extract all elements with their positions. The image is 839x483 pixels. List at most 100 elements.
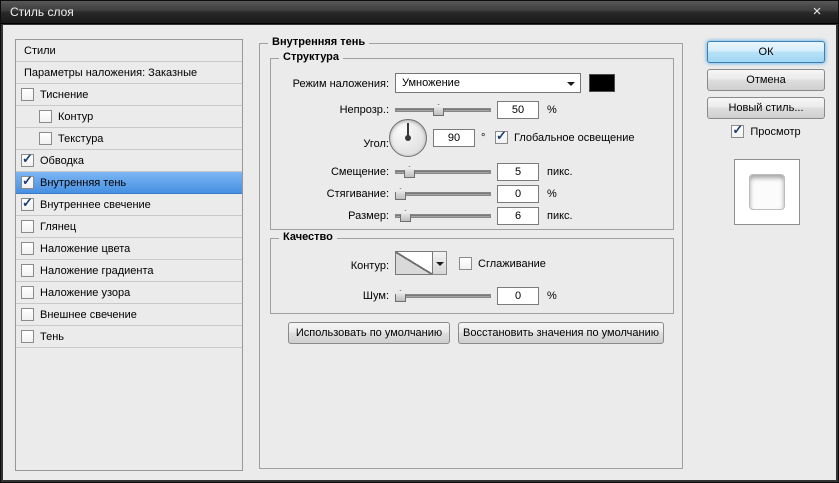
global-light-checkbox[interactable]: ✓	[495, 128, 508, 144]
blend-mode-value: Умножение	[402, 77, 460, 89]
style-row-contour[interactable]: Контур	[16, 106, 242, 128]
distance-slider-thumb[interactable]	[404, 166, 415, 178]
style-checkbox[interactable]	[21, 264, 34, 277]
angle-input[interactable]	[433, 129, 475, 147]
ok-button[interactable]: ОК	[707, 41, 825, 63]
style-row-bevel-emboss[interactable]: Тиснение	[16, 84, 242, 106]
style-checkbox[interactable]	[21, 88, 34, 101]
contour-picker[interactable]	[395, 251, 433, 275]
make-default-button[interactable]: Использовать по умолчанию	[288, 322, 450, 344]
style-row-label: Наложение узора	[40, 286, 131, 299]
layer-style-dialog: Стиль слоя × Стили Параметры наложения: …	[0, 0, 839, 483]
angle-dial[interactable]	[389, 119, 427, 157]
style-preview-thumbnail	[734, 159, 800, 225]
noise-slider[interactable]	[395, 289, 491, 303]
noise-input[interactable]	[497, 287, 539, 305]
window-title: Стиль слоя	[10, 5, 74, 19]
noise-unit: %	[547, 290, 557, 302]
cancel-button[interactable]: Отмена	[707, 69, 825, 91]
opacity-label: Непрозр.:	[339, 104, 389, 116]
blend-mode-label: Режим наложения:	[292, 78, 389, 90]
global-light-option[interactable]: ✓ Глобальное освещение	[495, 128, 635, 144]
structure-title: Структура	[279, 51, 343, 63]
antialias-checkbox[interactable]	[459, 257, 472, 270]
opacity-slider-thumb[interactable]	[433, 104, 444, 116]
antialias-option[interactable]: Сглаживание	[459, 257, 546, 270]
inner-shadow-settings-group: Внутренняя тень Структура Режим наложени…	[259, 36, 683, 469]
styles-header-label: Стили	[24, 44, 56, 57]
noise-slider-thumb[interactable]	[395, 290, 406, 302]
size-slider[interactable]	[395, 209, 491, 223]
style-row-inner-glow[interactable]: ✓ Внутреннее свечение	[16, 194, 242, 216]
chevron-down-icon	[567, 82, 575, 86]
style-row-label: Тень	[40, 330, 65, 343]
effect-group-title: Внутренняя тень	[268, 36, 370, 48]
style-row-label: Глянец	[40, 220, 77, 233]
preview-option[interactable]: ✓ Просмотр	[707, 122, 825, 138]
choke-label: Стягивание:	[326, 188, 389, 200]
check-icon: ✓	[732, 122, 744, 137]
style-row-gradient-overlay[interactable]: Наложение градиента	[16, 260, 242, 282]
choke-unit: %	[547, 188, 557, 200]
style-row-drop-shadow[interactable]: Тень	[16, 326, 242, 348]
style-row-stroke[interactable]: ✓ Обводка	[16, 150, 242, 172]
choke-input[interactable]	[497, 185, 539, 203]
angle-label: Угол:	[363, 138, 389, 150]
size-input[interactable]	[497, 207, 539, 225]
structure-section: Структура Режим наложения: Умножение Неп…	[270, 51, 674, 230]
style-checkbox[interactable]	[39, 132, 52, 145]
style-row-inner-shadow[interactable]: ✓ Внутренняя тень	[16, 172, 242, 194]
style-row-outer-glow[interactable]: Внешнее свечение	[16, 304, 242, 326]
choke-slider[interactable]	[395, 187, 491, 201]
choke-slider-track[interactable]	[395, 192, 491, 196]
style-checkbox[interactable]	[21, 286, 34, 299]
styles-panel: Стили Параметры наложения: Заказные Тисн…	[15, 39, 243, 471]
preview-label: Просмотр	[750, 125, 801, 138]
angle-hub	[405, 135, 411, 141]
angle-unit: °	[481, 132, 486, 144]
styles-header-row[interactable]: Стили	[16, 40, 242, 62]
blend-mode-select[interactable]: Умножение	[395, 73, 581, 93]
distance-label: Смещение:	[330, 166, 389, 178]
style-row-texture[interactable]: Текстура	[16, 128, 242, 150]
reset-default-button[interactable]: Восстановить значения по умолчанию	[458, 322, 664, 344]
style-checkbox[interactable]	[21, 242, 34, 255]
style-row-label: Обводка	[40, 154, 85, 167]
style-row-label: Тиснение	[40, 88, 89, 101]
style-checkbox[interactable]: ✓	[21, 173, 34, 189]
style-checkbox[interactable]	[21, 330, 34, 343]
size-slider-thumb[interactable]	[400, 210, 411, 222]
size-label: Размер:	[348, 210, 389, 222]
new-style-button[interactable]: Новый стиль...	[707, 97, 825, 119]
style-row-label: Внешнее свечение	[40, 308, 137, 321]
antialias-label: Сглаживание	[478, 257, 546, 270]
distance-slider[interactable]	[395, 165, 491, 179]
check-icon: ✓	[496, 128, 507, 143]
distance-unit: пикс.	[547, 166, 573, 178]
style-checkbox[interactable]	[21, 220, 34, 233]
style-row-satin[interactable]: Глянец	[16, 216, 242, 238]
blending-options-row[interactable]: Параметры наложения: Заказные	[16, 62, 242, 84]
style-row-label: Внутренняя тень	[40, 176, 127, 189]
style-checkbox[interactable]: ✓	[21, 151, 34, 167]
opacity-input[interactable]	[497, 101, 539, 119]
style-row-label: Контур	[58, 110, 94, 123]
opacity-slider[interactable]	[395, 103, 491, 117]
distance-input[interactable]	[497, 163, 539, 181]
style-checkbox[interactable]: ✓	[21, 195, 34, 211]
shadow-color-swatch[interactable]	[589, 74, 615, 92]
preview-checkbox[interactable]: ✓	[731, 122, 745, 138]
opacity-unit: %	[547, 104, 557, 116]
noise-slider-track[interactable]	[395, 294, 491, 298]
contour-label: Контур:	[350, 260, 389, 272]
style-row-pattern-overlay[interactable]: Наложение узора	[16, 282, 242, 304]
style-checkbox[interactable]	[21, 308, 34, 321]
close-button[interactable]: ×	[802, 3, 832, 21]
title-bar[interactable]: Стиль слоя ×	[1, 1, 838, 24]
choke-slider-thumb[interactable]	[395, 188, 406, 200]
style-checkbox[interactable]	[39, 110, 52, 123]
style-row-color-overlay[interactable]: Наложение цвета	[16, 238, 242, 260]
global-light-label: Глобальное освещение	[514, 131, 635, 144]
style-row-label: Наложение цвета	[40, 242, 131, 255]
contour-dropdown-button[interactable]	[433, 251, 447, 275]
